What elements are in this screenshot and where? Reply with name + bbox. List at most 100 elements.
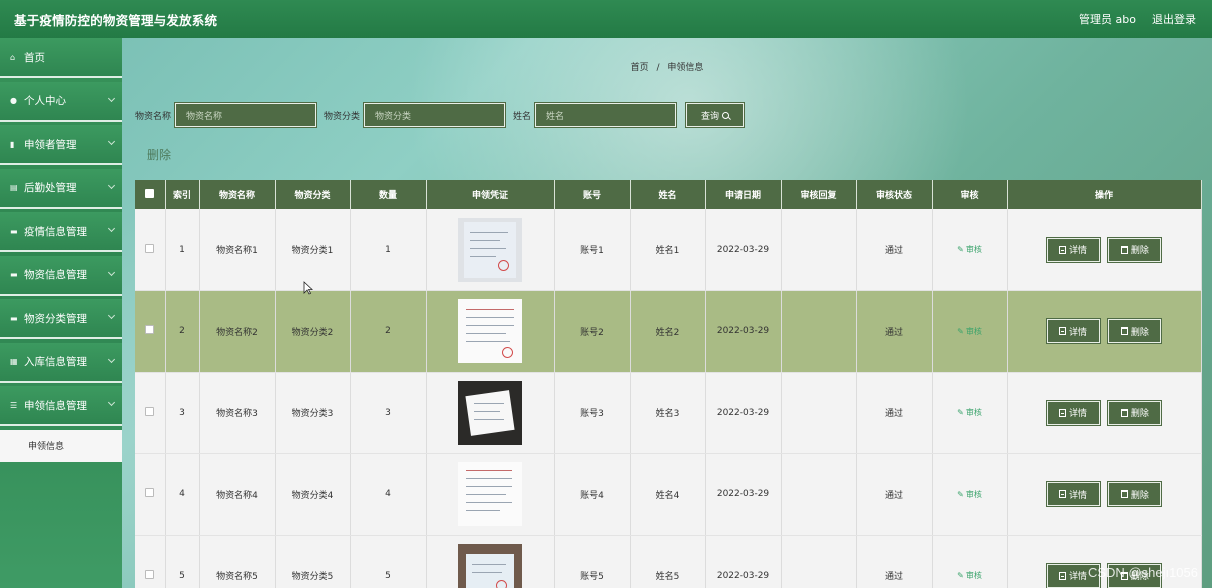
- detail-button[interactable]: 详情: [1046, 482, 1100, 507]
- breadcrumb-current: 申领信息: [667, 63, 704, 73]
- document-icon: [1059, 408, 1067, 417]
- cell-status: 通过: [856, 290, 933, 373]
- row-checkbox[interactable]: [135, 372, 166, 454]
- column-header: 操作: [1007, 180, 1202, 209]
- search-icon: [722, 111, 730, 119]
- sidebar-item-label: 物资分类管理: [24, 312, 87, 325]
- search-button[interactable]: 查询: [686, 103, 745, 127]
- detail-label: 详情: [1069, 572, 1088, 583]
- audit-label: 审核: [965, 489, 982, 499]
- sidebar-item-applications[interactable]: ☰ 申领信息管理: [0, 386, 122, 426]
- detail-button[interactable]: 详情: [1046, 400, 1100, 425]
- watermark: CSDN @shejı1056: [1087, 565, 1198, 580]
- delete-button[interactable]: 删除: [1108, 400, 1162, 425]
- detail-label: 详情: [1069, 409, 1088, 420]
- audit-link[interactable]: ✎ 审核: [957, 490, 982, 499]
- voucher-image[interactable]: [458, 299, 522, 364]
- document-icon: [1059, 571, 1067, 580]
- cell-date: 2022-03-29: [705, 535, 782, 588]
- header-actions: 管理员 abo 退出登录: [1079, 11, 1196, 27]
- detail-button[interactable]: 详情: [1046, 237, 1100, 262]
- select-all-checkbox[interactable]: [135, 180, 166, 209]
- sidebar-item-inbound[interactable]: ▦ 入库信息管理: [0, 342, 122, 383]
- sidebar-item-label: 申领信息管理: [24, 399, 87, 412]
- sidebar: ⌂ 首页 ● 个人中心 ▮ 申领者管理 ▤ 后勤处管理 ▬ 疫情信息管理 ▬ 物…: [0, 38, 122, 588]
- person-name-input[interactable]: 姓名: [535, 103, 677, 127]
- chart-icon: ▮: [10, 139, 15, 149]
- cell-voucher: [426, 453, 555, 536]
- user-icon: ●: [10, 96, 17, 105]
- sidebar-item-label: 后勤处管理: [24, 182, 77, 194]
- cell-quantity: 4: [350, 453, 427, 536]
- voucher-image[interactable]: [458, 543, 522, 588]
- sidebar-item-label: 疫情信息管理: [24, 225, 87, 238]
- column-header: 审核回复: [781, 180, 857, 209]
- sidebar-item-home[interactable]: ⌂ 首页: [0, 38, 122, 78]
- sidebar-item-epidemic[interactable]: ▬ 疫情信息管理: [0, 212, 122, 252]
- sidebar-item-label: 入库信息管理: [24, 356, 87, 368]
- chevron-down-icon: [107, 398, 116, 407]
- cell-date: 2022-03-29: [705, 209, 782, 291]
- sidebar-item-personal[interactable]: ● 个人中心: [0, 81, 122, 122]
- sidebar-item-categories[interactable]: ▬ 物资分类管理: [0, 299, 122, 339]
- application-table: 索引 物资名称 物资分类 数量 申领凭证 账号 姓名 申请日期 审核回复 审核状…: [135, 180, 1202, 588]
- top-header: 基于疫情防控的物资管理与发放系统 管理员 abo 退出登录: [0, 0, 1212, 38]
- row-checkbox[interactable]: [135, 290, 166, 373]
- detail-button[interactable]: 详情: [1046, 319, 1100, 344]
- sidebar-item-applicants[interactable]: ▮ 申领者管理: [0, 125, 122, 165]
- sidebar-item-logistics[interactable]: ▤ 后勤处管理: [0, 168, 122, 209]
- logout-link[interactable]: 退出登录: [1152, 11, 1196, 27]
- edit-icon: ✎: [957, 408, 964, 418]
- row-checkbox[interactable]: [135, 209, 166, 291]
- sidebar-subitem-application-info[interactable]: 申领信息: [0, 429, 122, 462]
- row-checkbox[interactable]: [135, 535, 166, 588]
- cell-index: 2: [165, 290, 200, 373]
- mouse-cursor-icon: [303, 281, 313, 295]
- audit-link[interactable]: ✎ 审核: [957, 327, 982, 336]
- cell-status: 通过: [856, 372, 933, 454]
- chevron-down-icon: [107, 94, 116, 102]
- voucher-image[interactable]: [458, 217, 522, 282]
- trash-icon: [1120, 245, 1128, 254]
- cell-date: 2022-03-29: [705, 290, 782, 373]
- audit-link[interactable]: ✎ 审核: [957, 408, 982, 417]
- cell-voucher: [426, 290, 555, 373]
- sidebar-item-materials[interactable]: ▬ 物资信息管理: [0, 255, 122, 296]
- cell-voucher: [426, 372, 555, 454]
- material-category-label: 物资分类: [324, 111, 361, 122]
- delete-label: 删除: [1130, 327, 1149, 338]
- current-user[interactable]: 管理员 abo: [1079, 11, 1136, 27]
- chevron-down-icon: [107, 311, 116, 320]
- audit-link[interactable]: ✎ 审核: [957, 245, 982, 254]
- edit-icon: ✎: [957, 489, 964, 499]
- cell-reply: [781, 209, 857, 291]
- cell-audit: ✎ 审核: [932, 453, 1008, 536]
- delete-button[interactable]: 删除: [1108, 319, 1162, 344]
- cell-date: 2022-03-29: [705, 372, 782, 454]
- cell-status: 通过: [856, 209, 933, 291]
- bulk-delete-button[interactable]: 删除: [147, 146, 171, 163]
- material-category-input[interactable]: 物资分类: [364, 103, 506, 127]
- column-header: 申请日期: [705, 180, 782, 209]
- audit-link[interactable]: ✎ 审核: [957, 571, 982, 580]
- table-row: 4 物资名称4 物资分类4 4 账号4 姓名4 2022-03-29 通过 ✎ …: [135, 453, 1202, 536]
- voucher-image[interactable]: [458, 462, 522, 527]
- cell-category: 物资分类4: [275, 453, 351, 536]
- column-header: 申领凭证: [426, 180, 555, 209]
- cell-person: 姓名1: [630, 209, 706, 291]
- doc-icon: ▬: [10, 313, 18, 323]
- cell-audit: ✎ 审核: [932, 535, 1008, 588]
- material-name-input[interactable]: 物资名称: [175, 103, 317, 127]
- breadcrumb: 首页 / 申领信息: [122, 60, 1212, 73]
- trash-icon: [1120, 327, 1128, 336]
- chevron-down-icon: [107, 268, 116, 276]
- breadcrumb-home[interactable]: 首页: [631, 63, 649, 73]
- breadcrumb-separator: /: [656, 63, 660, 73]
- material-name-label: 物资名称: [135, 111, 172, 122]
- chevron-down-icon: [107, 355, 116, 363]
- voucher-image[interactable]: [458, 380, 522, 445]
- cell-person: 姓名5: [630, 535, 706, 588]
- row-checkbox[interactable]: [135, 453, 166, 536]
- delete-button[interactable]: 删除: [1108, 482, 1162, 507]
- delete-button[interactable]: 删除: [1108, 237, 1162, 262]
